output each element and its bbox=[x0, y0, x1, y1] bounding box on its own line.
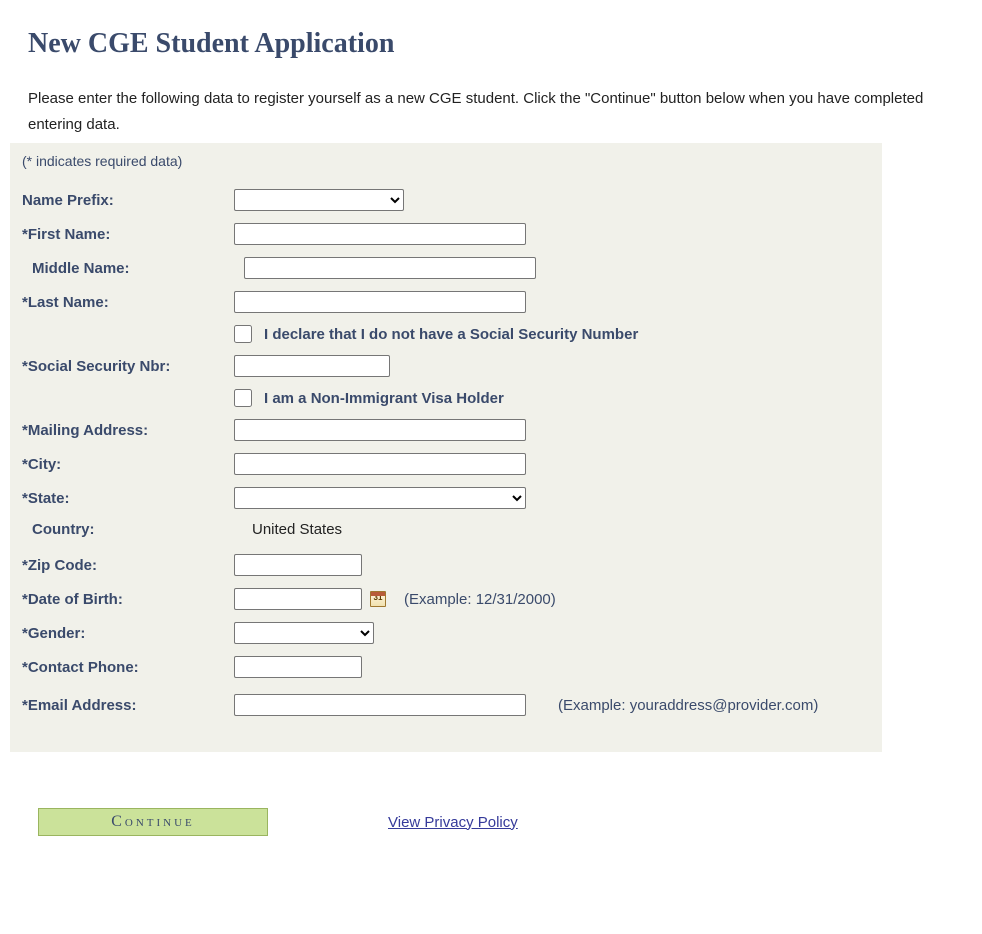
calendar-icon[interactable]: 31 bbox=[370, 591, 386, 607]
label-name-prefix: Name Prefix: bbox=[20, 192, 234, 209]
label-phone: *Contact Phone: bbox=[20, 659, 234, 676]
dob-input[interactable] bbox=[234, 588, 362, 610]
name-prefix-select[interactable] bbox=[234, 189, 404, 211]
city-input[interactable] bbox=[234, 453, 526, 475]
label-city: *City: bbox=[20, 456, 234, 473]
required-note: (* indicates required data) bbox=[22, 153, 872, 169]
visa-checkbox[interactable] bbox=[234, 389, 252, 407]
label-gender: *Gender: bbox=[20, 625, 234, 642]
label-email: *Email Address: bbox=[20, 697, 234, 714]
page-title: New CGE Student Application bbox=[28, 28, 954, 60]
visa-label: I am a Non-Immigrant Visa Holder bbox=[264, 390, 504, 407]
label-ssn: *Social Security Nbr: bbox=[20, 358, 234, 375]
label-mailing-address: *Mailing Address: bbox=[20, 422, 234, 439]
last-name-input[interactable] bbox=[234, 291, 526, 313]
form-panel: (* indicates required data) Name Prefix:… bbox=[10, 143, 882, 752]
dob-hint: (Example: 12/31/2000) bbox=[404, 591, 556, 608]
gender-select[interactable] bbox=[234, 622, 374, 644]
label-state: *State: bbox=[20, 490, 234, 507]
email-input[interactable] bbox=[234, 694, 526, 716]
ssn-input[interactable] bbox=[234, 355, 390, 377]
label-dob: *Date of Birth: bbox=[20, 591, 234, 608]
zip-input[interactable] bbox=[234, 554, 362, 576]
no-ssn-label: I declare that I do not have a Social Se… bbox=[264, 326, 638, 343]
label-last-name: *Last Name: bbox=[20, 294, 234, 311]
no-ssn-checkbox[interactable] bbox=[234, 325, 252, 343]
intro-text: Please enter the following data to regis… bbox=[28, 86, 954, 137]
privacy-policy-link[interactable]: View Privacy Policy bbox=[388, 814, 518, 831]
phone-input[interactable] bbox=[234, 656, 362, 678]
label-country: Country: bbox=[20, 521, 244, 538]
label-middle-name: Middle Name: bbox=[20, 260, 244, 277]
state-select[interactable] bbox=[234, 487, 526, 509]
mailing-address-input[interactable] bbox=[234, 419, 526, 441]
continue-button[interactable]: Continue bbox=[38, 808, 268, 836]
country-value: United States bbox=[244, 521, 342, 538]
middle-name-input[interactable] bbox=[244, 257, 536, 279]
label-first-name: *First Name: bbox=[20, 226, 234, 243]
label-zip: *Zip Code: bbox=[20, 557, 234, 574]
first-name-input[interactable] bbox=[234, 223, 526, 245]
email-hint: (Example: youraddress@provider.com) bbox=[558, 697, 818, 714]
